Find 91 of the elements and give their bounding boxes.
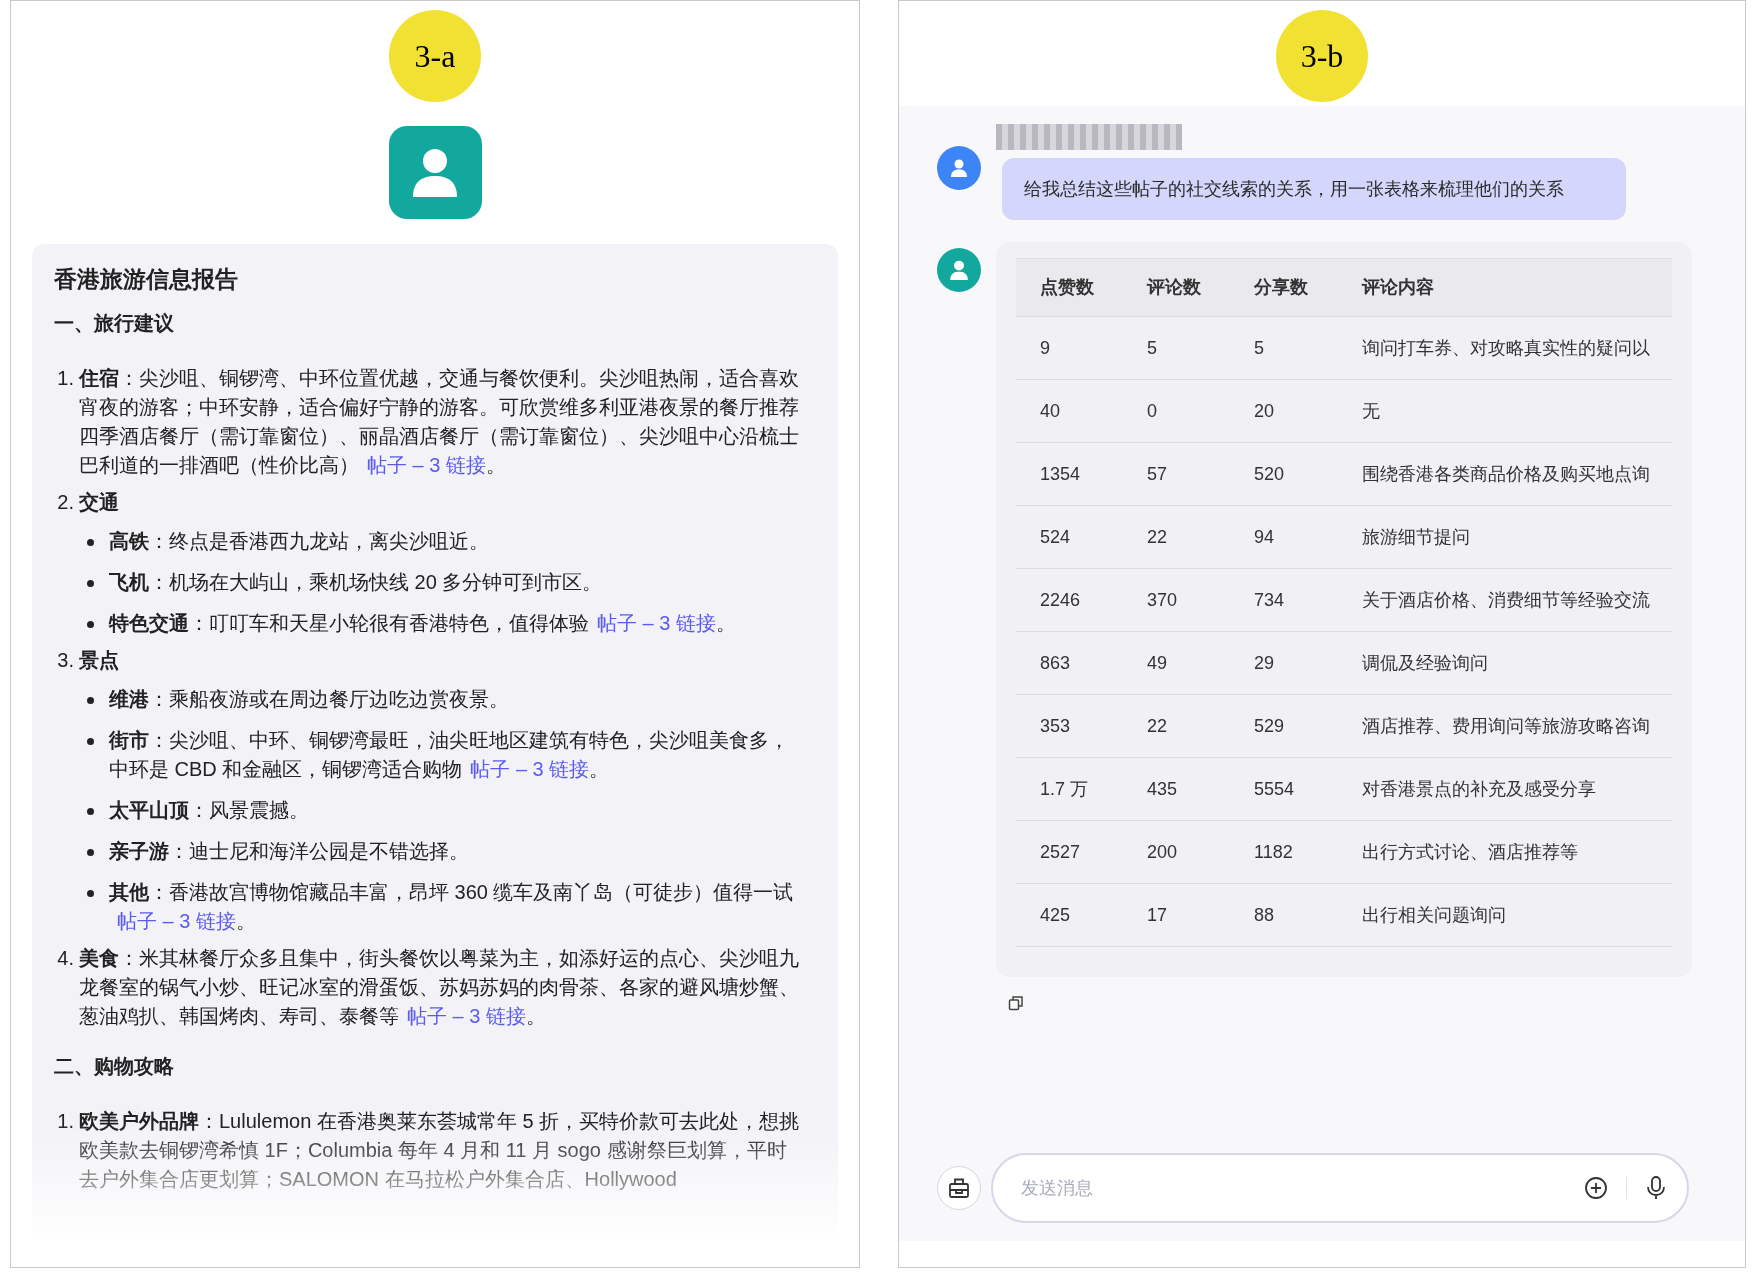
message-field[interactable]: 发送消息 bbox=[991, 1153, 1689, 1223]
table-cell: 出行相关问题询问 bbox=[1338, 883, 1672, 947]
table-cell: 370 bbox=[1123, 568, 1230, 632]
table-cell: 5 bbox=[1230, 316, 1338, 380]
bullet-icon bbox=[87, 580, 94, 587]
list-item-text: 住宿：尖沙咀、铜锣湾、中环位置优越，交通与餐饮便利。尖沙咀热闹，适合喜欢宵夜的游客；中环安静，适合偏好宁静的游客。可欣赏维多利亚港夜景的餐厅推荐四季酒店餐厅（需订靠窗位）、丽晶酒店餐厅（需订靠窗位）、尖沙咀中心沿梳士巴利道的一排酒吧（性价比高） 帖子 – 3 链接。 bbox=[79, 366, 800, 478]
table-cell: 出行方式讨论、酒店推荐等 bbox=[1338, 820, 1672, 884]
table-cell: 调侃及经验询问 bbox=[1338, 631, 1672, 695]
table-cell: 无 bbox=[1338, 379, 1672, 443]
post-link[interactable]: 帖子 – 3 链接 bbox=[367, 454, 486, 476]
table-cell: 863 bbox=[1016, 631, 1123, 695]
table-cell: 围绕香港各类商品价格及购买地点询 bbox=[1338, 442, 1672, 506]
table-cell: 22 bbox=[1123, 505, 1230, 569]
table-cell: 529 bbox=[1230, 694, 1338, 758]
table-cell: 22 bbox=[1123, 694, 1230, 758]
panel-label: 3-a bbox=[389, 10, 481, 102]
table-cell: 旅游细节提问 bbox=[1338, 505, 1672, 569]
list-number: 1. bbox=[56, 1109, 75, 1134]
table-cell: 2246 bbox=[1016, 568, 1123, 632]
microphone-icon[interactable] bbox=[1645, 1175, 1667, 1201]
assistant-avatar-icon bbox=[937, 248, 981, 292]
table-cell: 5 bbox=[1123, 316, 1230, 380]
table-cell: 1.7 万 bbox=[1016, 757, 1123, 821]
list-number: 4. bbox=[56, 946, 75, 971]
list-number: 1. bbox=[56, 366, 75, 391]
column-header: 评论数 bbox=[1123, 258, 1230, 317]
column-header: 评论内容 bbox=[1338, 258, 1672, 317]
list-item-text: 亲子游：迪士尼和海洋公园是不错选择。 bbox=[109, 839, 470, 864]
table-cell: 20 bbox=[1230, 379, 1338, 443]
table-cell: 353 bbox=[1016, 694, 1123, 758]
table-cell: 57 bbox=[1123, 442, 1230, 506]
table-cell: 1182 bbox=[1230, 820, 1338, 884]
table-cell: 0 bbox=[1123, 379, 1230, 443]
table-cell: 524 bbox=[1016, 505, 1123, 569]
panel-label: 3-b bbox=[1276, 10, 1368, 102]
table-cell: 520 bbox=[1230, 442, 1338, 506]
column-header: 点赞数 bbox=[1016, 258, 1123, 317]
list-item-text: 欧美户外品牌：Lululemon 在香港奥莱东荟城常年 5 折，买特价款可去此处，想挑欧美款去铜锣湾希慎 1F；Columbia 每年 4 月和 11 月 sogo 感谢祭巨划算，平时去户外集合店更划算；SALOMON 在马拉松户外集合店、Hollywood bbox=[79, 1109, 801, 1192]
table-cell: 425 bbox=[1016, 883, 1123, 947]
bullet-icon bbox=[87, 738, 94, 745]
post-link[interactable]: 帖子 – 3 链接 bbox=[597, 612, 716, 634]
message-input[interactable]: 发送消息 bbox=[1021, 1174, 1584, 1202]
list-item-text: 维港：乘船夜游或在周边餐厅边吃边赏夜景。 bbox=[109, 687, 510, 712]
report-title: 香港旅游信息报告 bbox=[54, 265, 238, 294]
table-cell: 2527 bbox=[1016, 820, 1123, 884]
table-cell: 734 bbox=[1230, 568, 1338, 632]
avatar-icon bbox=[388, 126, 482, 219]
section-heading: 二、购物攻略 bbox=[54, 1054, 174, 1079]
list-item-text: 其他：香港故宫博物馆藏品丰富，昂坪 360 缆车及南丫岛（可徒步）值得一试 帖子 – 3 链接。 bbox=[109, 880, 795, 934]
table-cell: 17 bbox=[1123, 883, 1230, 947]
bullet-icon bbox=[87, 697, 94, 704]
add-icon[interactable] bbox=[1584, 1176, 1608, 1200]
list-item-text: 特色交通：叮叮车和天星小轮很有香港特色，值得体验 帖子 – 3 链接。 bbox=[109, 611, 737, 636]
post-link[interactable]: 帖子 – 3 链接 bbox=[407, 1005, 526, 1027]
toolbox-button[interactable] bbox=[937, 1166, 981, 1210]
table-cell: 5554 bbox=[1230, 757, 1338, 821]
section-heading: 一、旅行建议 bbox=[54, 311, 174, 336]
table-cell: 询问打车券、对攻略真实性的疑问以 bbox=[1338, 316, 1672, 380]
toolbox-icon[interactable] bbox=[948, 1177, 970, 1199]
table-cell: 9 bbox=[1016, 316, 1123, 380]
column-header: 分享数 bbox=[1230, 258, 1338, 317]
table-cell: 关于酒店价格、消费细节等经验交流 bbox=[1338, 568, 1672, 632]
bullet-icon bbox=[87, 849, 94, 856]
list-number: 2. bbox=[56, 490, 75, 515]
post-link[interactable]: 帖子 – 3 链接 bbox=[117, 910, 236, 932]
user-message: 给我总结这些帖子的社交线索的关系，用一张表格来梳理他们的关系 bbox=[1002, 158, 1626, 220]
table-cell: 49 bbox=[1123, 631, 1230, 695]
table-cell: 88 bbox=[1230, 883, 1338, 947]
table-cell: 对香港景点的补充及感受分享 bbox=[1338, 757, 1672, 821]
table-cell: 1354 bbox=[1016, 442, 1123, 506]
list-item-text: 飞机：机场在大屿山，乘机场快线 20 多分钟可到市区。 bbox=[109, 570, 604, 595]
bullet-icon bbox=[87, 890, 94, 897]
table-cell: 29 bbox=[1230, 631, 1338, 695]
table-cell: 94 bbox=[1230, 505, 1338, 569]
list-number: 3. bbox=[56, 648, 75, 673]
list-item-text: 街市：尖沙咀、中环、铜锣湾最旺，油尖旺地区建筑有特色，尖沙咀美食多，中环是 CBD 和金融区，铜锣湾适合购物 帖子 – 3 链接。 bbox=[109, 728, 790, 782]
list-item-text: 高铁：终点是香港西九龙站，离尖沙咀近。 bbox=[109, 529, 490, 554]
table-cell: 40 bbox=[1016, 379, 1123, 443]
table-cell: 200 bbox=[1123, 820, 1230, 884]
list-item-text: 景点 bbox=[79, 648, 119, 673]
post-link[interactable]: 帖子 – 3 链接 bbox=[470, 758, 590, 780]
list-item-text: 太平山顶：风景震撼。 bbox=[109, 798, 310, 823]
list-item-text: 美食：米其林餐厅众多且集中，街头餐饮以粤菜为主，如添好运的点心、尖沙咀九龙餐室的锅气小炒、旺记冰室的滑蛋饭、苏妈苏妈的肉骨茶、各家的避风塘炒蟹、葱油鸡扒、韩国烤肉、寿司、泰餐等 帖子 – 3 链接。 bbox=[79, 946, 800, 1029]
user-avatar-icon bbox=[937, 146, 981, 190]
table-cell: 435 bbox=[1123, 757, 1230, 821]
list-item-text: 交通 bbox=[79, 490, 119, 515]
bullet-icon bbox=[87, 621, 94, 628]
copy-icon[interactable] bbox=[1008, 995, 1024, 1011]
bullet-icon bbox=[87, 539, 94, 546]
table-cell: 酒店推荐、费用询问等旅游攻略咨询 bbox=[1338, 694, 1672, 758]
bullet-icon bbox=[87, 808, 94, 815]
